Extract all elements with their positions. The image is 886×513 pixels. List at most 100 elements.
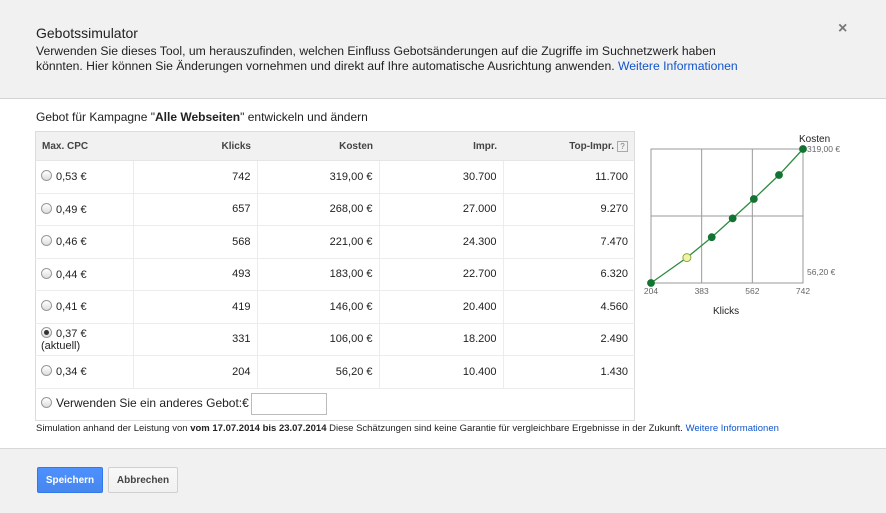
y-tick-label: 56,20 € xyxy=(807,267,836,277)
header-max-cpc: Max. CPC xyxy=(35,131,133,161)
bid-radio[interactable] xyxy=(41,267,52,279)
x-tick-label: 562 xyxy=(745,286,759,296)
other-bid-currency: € xyxy=(242,395,249,410)
bid-radio[interactable] xyxy=(41,235,52,247)
table-row: 0,46 € 568 221,00 €24.300 7.470 xyxy=(35,225,635,259)
close-icon[interactable]: × xyxy=(838,20,847,38)
save-button[interactable]: Speichern xyxy=(37,467,103,493)
cpc-label: 0,34 € xyxy=(56,366,87,379)
klicks-cell: 204 xyxy=(132,355,257,389)
table-row: 0,49 € 657 268,00 €27.000 9.270 xyxy=(35,193,635,226)
klicks-cell: 331 xyxy=(132,323,257,356)
table-row: 0,44 € 493 183,00 €22.700 6.320 xyxy=(35,258,635,291)
top-impr-cell: 1.430 xyxy=(502,355,635,389)
more-info-link[interactable]: Weitere Informationen xyxy=(618,59,738,73)
cpc-label: 0,46 € xyxy=(56,236,87,249)
header-klicks: Klicks xyxy=(133,131,257,161)
y-tick-label: 319,00 € xyxy=(807,144,840,154)
header-top-impr: Top-Impr.? xyxy=(503,131,635,161)
top-impr-cell: 11.700 xyxy=(502,160,635,194)
impr-cell: 24.300 xyxy=(378,225,503,259)
klicks-cell: 742 xyxy=(132,160,257,194)
bid-radio[interactable] xyxy=(41,202,52,214)
dialog-description: Verwenden Sie dieses Tool, um herauszufi… xyxy=(36,44,756,74)
x-axis-title: Klicks xyxy=(713,306,739,317)
cancel-button[interactable]: Abbrechen xyxy=(108,467,178,493)
cpc-option[interactable]: 0,34 € xyxy=(35,355,133,389)
top-impr-cell: 7.470 xyxy=(502,225,635,259)
cpc-option[interactable]: 0,41 € xyxy=(35,290,133,324)
other-bid-option[interactable]: Verwenden Sie ein anderes Gebot:€ xyxy=(36,388,635,420)
cpc-label: 0,53 € xyxy=(56,171,87,184)
footnote-prefix: Simulation anhand der Leistung von xyxy=(36,423,191,434)
kosten-cell: 56,20 € xyxy=(256,355,379,389)
x-tick-label: 742 xyxy=(796,286,810,296)
cpc-label: 0,41 € xyxy=(56,301,87,314)
kosten-cell: 268,00 € xyxy=(256,193,379,226)
table-row: 0,53 € 742 319,00 €30.700 11.700 xyxy=(35,160,635,194)
kosten-cell: 183,00 € xyxy=(256,258,379,291)
cpc-option[interactable]: 0,49 € xyxy=(35,193,133,226)
bid-radio[interactable] xyxy=(41,300,52,312)
klicks-cell: 419 xyxy=(132,290,257,324)
footnote-suffix: Diese Schätzungen sind keine Garantie fü… xyxy=(326,423,686,434)
impr-cell: 27.000 xyxy=(378,193,503,226)
klicks-cell: 568 xyxy=(132,225,257,259)
bid-radio[interactable] xyxy=(41,326,52,338)
cpc-option[interactable]: 0,44 € xyxy=(35,258,133,291)
cpc-label: 0,44 € xyxy=(56,268,87,281)
other-bid-input[interactable] xyxy=(250,393,327,415)
impr-cell: 22.700 xyxy=(378,258,503,291)
table-header-row: Max. CPC Klicks Kosten Impr. Top-Impr.? xyxy=(35,131,635,161)
impr-cell: 10.400 xyxy=(378,355,503,389)
table-row: 0,37 € (aktuell) 331 106,00 €18.200 2.490 xyxy=(35,323,635,356)
kosten-cell: 319,00 € xyxy=(256,160,379,194)
data-point xyxy=(728,214,737,223)
top-impr-cell: 9.270 xyxy=(502,193,635,226)
header-top-impr-label: Top-Impr. xyxy=(569,140,614,152)
dialog-title: Gebotssimulator xyxy=(36,25,138,41)
x-tick-label: 383 xyxy=(695,286,709,296)
subheading-prefix: Gebot für Kampagne " xyxy=(36,110,155,124)
data-point xyxy=(707,233,716,242)
footnote-date-range: vom 17.07.2014 bis 23.07.2014 xyxy=(190,423,327,434)
campaign-name: Alle Webseiten xyxy=(155,110,241,124)
top-impr-cell: 2.490 xyxy=(502,323,635,356)
header-impr: Impr. xyxy=(379,131,503,161)
description-text: Verwenden Sie dieses Tool, um herauszufi… xyxy=(36,44,716,73)
clicks-cost-chart: KostenKlicks319,00 €56,20 €204 383 562 742 xyxy=(644,134,840,317)
other-bid-label: Verwenden Sie ein anderes Gebot: xyxy=(56,395,243,410)
top-impr-cell: 6.320 xyxy=(502,258,635,291)
impr-cell: 20.400 xyxy=(378,290,503,324)
kosten-cell: 106,00 € xyxy=(256,323,379,356)
kosten-cell: 221,00 € xyxy=(256,225,379,259)
top-impr-cell: 4.560 xyxy=(502,290,635,324)
x-tick-label: 204 xyxy=(644,286,658,296)
table-row: 0,41 € 419 146,00 €20.400 4.560 xyxy=(35,290,635,324)
other-bid-radio[interactable] xyxy=(41,396,52,408)
current-bid-point xyxy=(682,253,692,263)
cpc-option[interactable]: 0,46 € xyxy=(35,225,133,259)
impr-cell: 30.700 xyxy=(378,160,503,194)
campaign-subheading: Gebot für Kampagne "Alle Webseiten" entw… xyxy=(36,110,368,124)
simulation-footnote: Simulation anhand der Leistung von vom 1… xyxy=(36,423,779,434)
subheading-suffix: " entwickeln und ändern xyxy=(240,110,368,124)
cpc-option[interactable]: 0,53 € xyxy=(35,160,133,194)
klicks-cell: 493 xyxy=(132,258,257,291)
other-bid-row: Verwenden Sie ein anderes Gebot:€ xyxy=(36,388,635,420)
table-row: 0,34 € 204 56,20 €10.400 1.430 xyxy=(35,355,635,389)
help-icon[interactable]: ? xyxy=(617,140,628,152)
cpc-label: 0,49 € xyxy=(56,203,87,216)
cpc-option[interactable]: 0,37 € (aktuell) xyxy=(35,323,133,356)
data-point xyxy=(799,145,807,153)
kosten-cell: 146,00 € xyxy=(256,290,379,324)
klicks-cell: 657 xyxy=(132,193,257,226)
footnote-more-info-link[interactable]: Weitere Informationen xyxy=(686,423,779,434)
bid-simulation-table: Max. CPC Klicks Kosten Impr. Top-Impr.? … xyxy=(35,131,635,421)
header-kosten: Kosten xyxy=(257,131,379,161)
data-point xyxy=(775,171,783,179)
bid-radio[interactable] xyxy=(41,365,52,377)
impr-cell: 18.200 xyxy=(378,323,503,356)
data-point xyxy=(749,195,758,203)
bid-radio[interactable] xyxy=(41,170,52,182)
